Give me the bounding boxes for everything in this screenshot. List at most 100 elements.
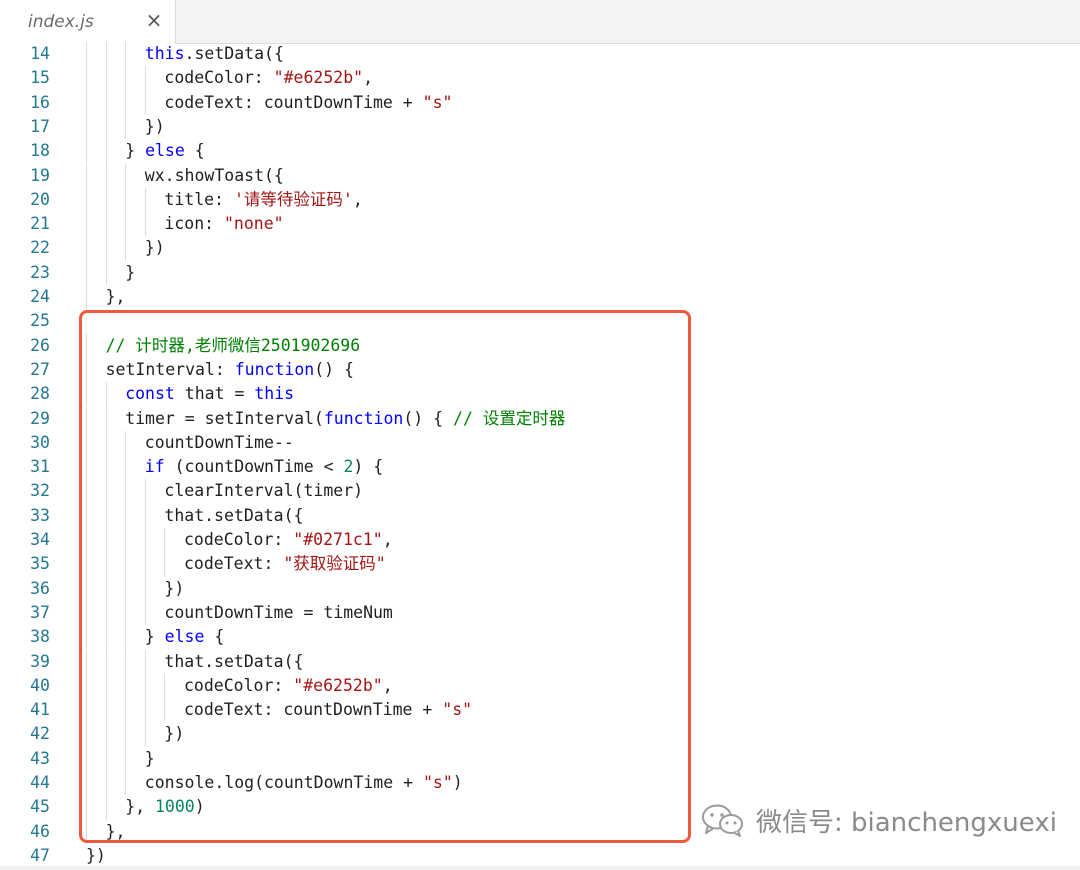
- line-number: 14: [30, 44, 50, 63]
- line-number: 19: [30, 165, 50, 185]
- line-number: 17: [30, 116, 50, 136]
- code-token: codeText: countDownTime +: [164, 92, 423, 112]
- indent-guide: [105, 260, 107, 285]
- line-number: 42: [30, 724, 50, 744]
- line-number: 41: [30, 700, 50, 720]
- line-code: wx.showToast({: [145, 164, 284, 188]
- code-token: title:: [164, 189, 234, 209]
- line-number: 32: [30, 481, 50, 501]
- indent-guide: [105, 90, 107, 115]
- line-code: title: '请等待验证码',: [164, 188, 362, 212]
- code-token: .setData({: [184, 44, 284, 63]
- indent-guide: [144, 212, 146, 237]
- line-code: }: [125, 261, 135, 285]
- code-line: 17}): [0, 114, 1080, 140]
- line-number: 34: [30, 530, 50, 549]
- indent-guide: [105, 236, 107, 261]
- indent-guide: [86, 212, 87, 237]
- line-number: 36: [30, 578, 50, 598]
- code-line: 16 codeText: countDownTime + "s": [0, 90, 1080, 115]
- line-number: 38: [30, 627, 50, 647]
- code-token: "none": [224, 214, 284, 234]
- indent-guide: [125, 90, 127, 115]
- line-number: 43: [30, 748, 50, 768]
- code-line: 14 this.setData({: [0, 42, 1080, 67]
- code-line: 15 codeColor: "#e6252b",: [0, 66, 1080, 91]
- close-icon[interactable]: ×: [144, 10, 164, 30]
- code-token: ,: [352, 189, 363, 209]
- indent-guide: [144, 66, 146, 91]
- indent-guide: [125, 163, 127, 188]
- line-number: 22: [30, 238, 50, 258]
- code-token: }): [144, 116, 165, 136]
- code-token: ,: [363, 68, 374, 88]
- indent-guide: [86, 114, 87, 140]
- code-token: {: [184, 141, 205, 161]
- indent-guide: [125, 212, 127, 237]
- code-token: "#e6252b": [273, 68, 364, 88]
- line-number: 25: [30, 311, 50, 331]
- line-code: } else {: [125, 139, 205, 163]
- indent-guide: [125, 114, 127, 140]
- line-number: 33: [30, 505, 50, 525]
- indent-guide: [86, 163, 87, 188]
- indent-guide: [86, 285, 87, 310]
- line-number: 46: [30, 821, 50, 841]
- line-number: 44: [30, 773, 50, 792]
- code-line: 23}: [0, 260, 1080, 285]
- indent-guide: [86, 139, 87, 164]
- code-token: this: [144, 44, 185, 63]
- indent-guide: [125, 236, 127, 261]
- tab-label: index.js: [28, 12, 94, 32]
- line-number: 18: [30, 141, 50, 161]
- indent-guide: [125, 66, 127, 91]
- code-line: 21 icon: "none": [0, 212, 1080, 237]
- tab-index-js[interactable]: index.js ×: [0, 0, 176, 44]
- code-token: }): [144, 238, 165, 258]
- indent-guide: [86, 236, 87, 261]
- line-number: 47: [30, 845, 50, 865]
- watermark: 微信号: bianchengxuexi: [700, 800, 1057, 840]
- line-number: 23: [30, 262, 50, 282]
- line-code: }): [86, 844, 106, 868]
- code-line: 22}): [0, 236, 1080, 261]
- indent-guide: [86, 187, 87, 213]
- line-code: },: [106, 285, 126, 309]
- line-code: }): [145, 115, 165, 139]
- code-line: 24},: [0, 285, 1080, 310]
- line-number: 29: [30, 408, 50, 428]
- indent-guide: [125, 42, 127, 67]
- line-number: 26: [30, 335, 50, 355]
- line-number: 21: [30, 214, 50, 234]
- code-line: 47}): [0, 844, 1080, 868]
- indent-guide: [105, 187, 107, 213]
- indent-guide: [105, 163, 107, 188]
- line-code: this.setData({: [145, 42, 284, 66]
- line-number: 16: [30, 92, 50, 112]
- code-token: "s": [422, 92, 453, 112]
- indent-guide: [125, 187, 127, 213]
- indent-guide: [105, 139, 107, 164]
- line-number: 31: [30, 457, 50, 477]
- code-token: codeColor:: [164, 68, 274, 88]
- line-number: 24: [30, 287, 50, 306]
- line-code: icon: "none": [164, 212, 283, 236]
- code-token: else: [145, 141, 185, 161]
- code-token: },: [105, 287, 126, 306]
- highlight-box: [79, 310, 691, 843]
- line-number: 40: [30, 675, 50, 695]
- indent-guide: [86, 90, 87, 115]
- line-code: codeColor: "#e6252b",: [164, 66, 373, 90]
- indent-guide: [105, 66, 107, 91]
- line-number: 15: [30, 68, 50, 88]
- tab-bar: index.js ×: [0, 0, 1080, 44]
- code-line: 19 wx.showToast({: [0, 163, 1080, 188]
- code-line: 18 } else {: [0, 139, 1080, 164]
- line-number: 37: [30, 602, 50, 622]
- indent-guide: [105, 42, 107, 67]
- indent-guide: [105, 212, 107, 237]
- indent-guide: [144, 187, 146, 213]
- line-number: 30: [30, 432, 50, 452]
- indent-guide: [86, 66, 87, 91]
- code-token: wx.showToast({: [144, 165, 284, 185]
